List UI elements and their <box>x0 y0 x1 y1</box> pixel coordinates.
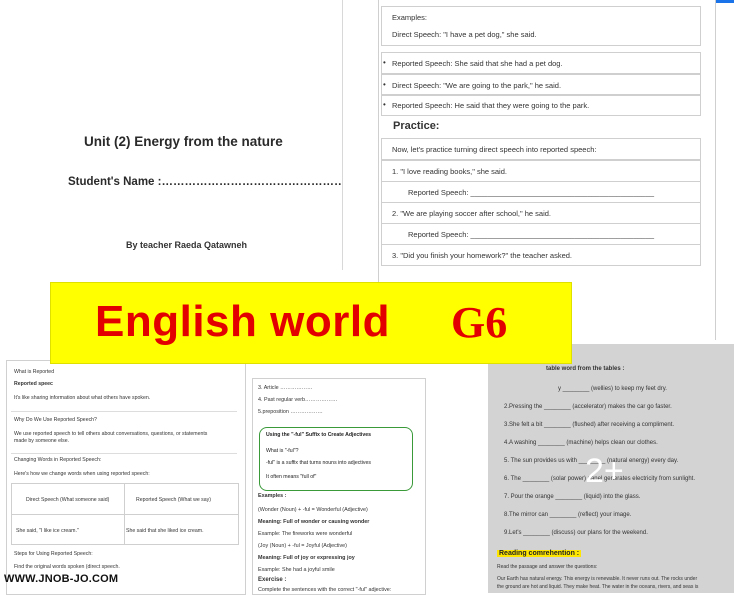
cover-title: Unit (2) Energy from the nature <box>84 134 283 149</box>
text-line: Examples : <box>258 493 287 499</box>
practice-heading: Practice: <box>393 120 440 132</box>
question-1: 1. "I love reading books," she said. <box>392 166 507 176</box>
text-line: Example: The fireworks were wonderful <box>258 531 353 537</box>
text-line: Steps for Using Reported Speech: <box>14 551 93 557</box>
example-2: Reported Speech: She said that she had a… <box>392 58 563 68</box>
text-line: We use reported speech to tell others ab… <box>14 431 208 437</box>
text-line: Complete the sentences with the correct … <box>258 587 392 593</box>
examples-box: Examples: Direct Speech: "I have a pet d… <box>381 6 701 46</box>
callout-title: Using the "-ful" Suffix to Create Adject… <box>266 432 372 438</box>
ful-suffix-page-thumbnail[interactable]: 3. Article ……………… 4. Past regular verb……… <box>252 378 426 595</box>
answer-row: Reported Speech: _______________________… <box>381 223 701 245</box>
answer-row: Reported Speech: _______________________… <box>381 181 701 203</box>
text-line: 9.Let's ________ (discuss) our plans for… <box>504 530 648 536</box>
examples-label: Examples: <box>392 13 428 22</box>
answer-2: Reported Speech: _______________________… <box>408 229 655 239</box>
website-watermark: WWW.JNOB-JO.COM <box>4 573 119 585</box>
cover-student-name: Student's Name :…………………………………………… <box>68 176 343 188</box>
text-line: Changing Words in Reported Speech: <box>14 457 102 463</box>
text-line: What is Reported <box>14 369 55 375</box>
table-header: Reported Speech (What we say) <box>136 497 211 503</box>
text-line: 8.The mirror can ________ (reflect) your… <box>504 512 632 518</box>
callout-line: -ful" is a suffix that turns nouns into … <box>266 460 371 466</box>
text-line: table word from the tables : <box>546 366 625 372</box>
comparison-table: Direct Speech (What someone said) Report… <box>11 483 239 545</box>
banner-title: English world <box>95 297 390 346</box>
text-line: (Wonder (Noun) + -ful = Wonderful (Adjec… <box>258 507 368 513</box>
question-row: 2. "We are playing soccer after school,"… <box>381 202 701 224</box>
reported-speech-notes-thumbnail[interactable]: What is Reported Reported speec It's lik… <box>6 360 246 595</box>
ful-suffix-callout: Using the "-ful" Suffix to Create Adject… <box>259 427 413 491</box>
banner-grade: G6 <box>451 298 508 347</box>
table-cell: She said that she liked ice cream. <box>126 528 204 534</box>
text-line: 5.preposition ……………… <box>258 409 323 415</box>
example-row: Reported Speech: He said that they were … <box>381 94 701 116</box>
example-4: Reported Speech: He said that they were … <box>392 100 590 110</box>
text-line: Our Earth has natural energy. This energ… <box>497 576 698 582</box>
answer-1: Reported Speech: _______________________… <box>408 187 655 197</box>
more-pages-count[interactable]: 2+ <box>585 452 624 491</box>
text-line: 4.A washing ________ (machine) helps cle… <box>504 440 658 446</box>
text-line: Here's how we change words when using re… <box>14 471 150 477</box>
text-line: 7. Pour the orange ________ (liquid) int… <box>504 494 641 500</box>
text-line: 4. Past regular verb……………… <box>258 397 338 403</box>
question-2: 2. "We are playing soccer after school,"… <box>392 208 552 218</box>
example-1: Direct Speech: "I have a pet dog," she s… <box>392 30 537 39</box>
english-world-banner: English world G6 <box>50 282 572 364</box>
cover-page-thumbnail[interactable]: Unit (2) Energy from the nature Student'… <box>6 0 343 270</box>
text-line: Meaning: Full of joy or expressing joy <box>258 555 355 561</box>
table-header: Direct Speech (What someone said) <box>26 497 110 503</box>
text-line: 3.She felt a bit ________ (flushed) afte… <box>504 422 675 428</box>
divider <box>11 411 237 412</box>
text-line: Find the original words spoken (direct s… <box>14 564 120 570</box>
text-line: Why Do We Use Reported Speech? <box>14 417 97 423</box>
text-line: 2.Pressing the ________ (accelerator) ma… <box>504 404 672 410</box>
callout-line: What is "-ful"? <box>266 448 299 454</box>
text-line: Exercise : <box>258 577 287 583</box>
example-row: Direct Speech: "We are going to the park… <box>381 74 701 96</box>
divider <box>11 453 237 454</box>
question-3: 3. "Did you finish your homework?" the t… <box>392 250 572 260</box>
text-line: (Joy (Noun) + -ful = Joyful (Adjective) <box>258 543 347 549</box>
callout-line: It often means "full of" <box>266 474 317 480</box>
text-line: made by someone else. <box>14 438 70 444</box>
reading-heading: Reading comrehention : <box>497 550 582 557</box>
practice-intro: Now, let's practice turning direct speec… <box>392 144 597 154</box>
text-line: Example: She had a joyful smile <box>258 567 335 573</box>
practice-intro-row: Now, let's practice turning direct speec… <box>381 138 701 160</box>
text-line: the ground are hot and liquid. They make… <box>497 584 699 590</box>
text-line: Read the passage and answer the question… <box>497 564 598 570</box>
question-row: 3. "Did you finish your homework?" the t… <box>381 244 701 266</box>
text-line: 3. Article ……………… <box>258 385 313 391</box>
question-row: 1. "I love reading books," she said. <box>381 160 701 182</box>
text-line: y ________ (wellies) to keep my feet dry… <box>558 386 667 392</box>
example-row: Reported Speech: She said that she had a… <box>381 52 701 74</box>
text-line: It's like sharing information about what… <box>14 395 151 401</box>
table-divider <box>12 514 238 515</box>
cover-teacher: By teacher Raeda Qatawneh <box>126 240 248 250</box>
example-3: Direct Speech: "We are going to the park… <box>392 80 562 90</box>
table-cell: She said, "I like ice cream." <box>16 528 79 534</box>
text-line: Reported speec <box>14 381 53 387</box>
text-line: Meaning: Full of wonder or causing wonde… <box>258 519 370 525</box>
